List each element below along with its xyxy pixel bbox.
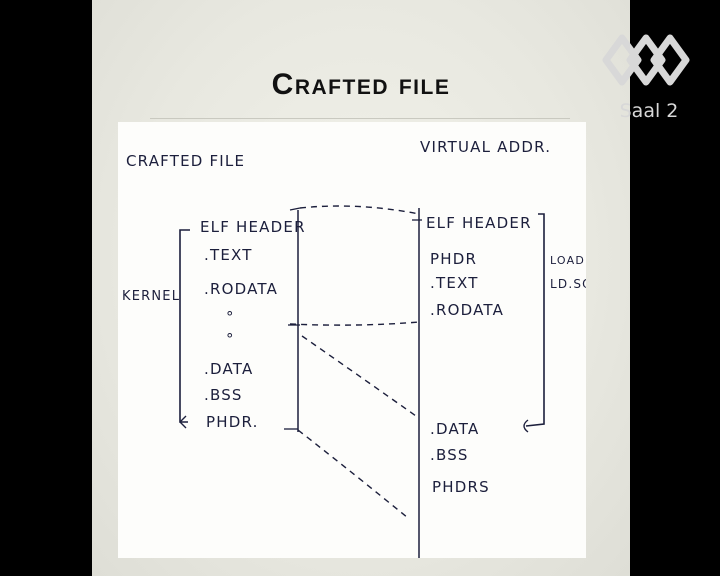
kernel-bracket <box>179 229 190 423</box>
map-phdrs <box>297 429 409 519</box>
file-bss: .BSS <box>204 386 243 404</box>
loader-label: LOADER <box>550 254 586 267</box>
map-rodata-end <box>289 321 420 326</box>
map-data <box>301 335 417 417</box>
mem-data: .DATA <box>430 420 479 438</box>
slide-title: Crafted file <box>271 68 451 101</box>
title-divider <box>150 118 570 119</box>
mem-elf-header: ELF HEADER <box>426 214 532 232</box>
heading-virtual-addr: VIRTUAL ADDR. <box>420 138 551 156</box>
mem-phdrs: PHDRS <box>432 478 490 496</box>
channel-label: Saal 2 <box>619 100 679 122</box>
file-data: .DATA <box>204 360 253 378</box>
heading-crafted-file: CRAFTED FILE <box>126 152 245 170</box>
file-ellipsis-2: ° <box>226 330 235 348</box>
mem-phdr: PHDR <box>430 250 477 268</box>
ldso-label: LD.SO <box>550 277 586 291</box>
hand-drawn-diagram: CRAFTED FILE VIRTUAL ADDR. KERNEL ELF HE… <box>118 122 586 558</box>
file-text: .TEXT <box>204 246 253 264</box>
kernel-label: KERNEL <box>122 289 180 304</box>
file-rodata: .RODATA <box>204 280 278 298</box>
loader-bracket <box>525 213 545 427</box>
mem-text: .TEXT <box>430 274 479 292</box>
mem-rodata: .RODATA <box>430 301 504 319</box>
file-ellipsis-1: ° <box>226 308 235 326</box>
mapping-lines <box>289 205 420 519</box>
diagram-canvas: CRAFTED FILE VIRTUAL ADDR. KERNEL ELF HE… <box>122 138 586 558</box>
map-elf-header <box>299 205 420 215</box>
mem-bss: .BSS <box>430 446 469 464</box>
file-elf-header: ELF HEADER <box>200 218 306 236</box>
file-phdr: PHDR. <box>206 413 259 431</box>
